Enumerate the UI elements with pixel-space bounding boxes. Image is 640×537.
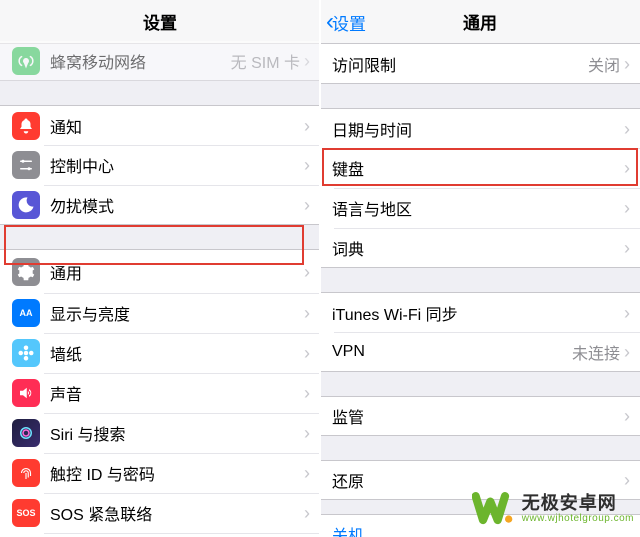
display-icon: AA xyxy=(12,299,40,327)
bell-icon xyxy=(12,112,40,140)
row-label: 访问限制 xyxy=(332,52,588,76)
row-siri[interactable]: Siri 与搜索 › xyxy=(0,413,320,453)
row-keyboard[interactable]: 键盘 › xyxy=(320,148,640,188)
chevron-right-icon: › xyxy=(624,199,630,217)
back-label: 设置 xyxy=(332,10,366,35)
back-button[interactable]: ‹ 设置 xyxy=(326,0,366,44)
row-dictionary[interactable]: 词典 › xyxy=(320,228,640,268)
row-label: 墙纸 xyxy=(50,341,304,365)
row-label: 监管 xyxy=(332,404,624,428)
row-touchid[interactable]: 触控 ID 与密码 › xyxy=(0,453,320,493)
row-label: VPN xyxy=(332,343,572,361)
row-label: 通知 xyxy=(50,114,304,138)
row-label: 触控 ID 与密码 xyxy=(50,461,304,485)
sos-icon: SOS xyxy=(12,499,40,527)
row-label: SOS 紧急联络 xyxy=(50,501,304,525)
moon-icon xyxy=(12,191,40,219)
row-restrictions[interactable]: 访问限制 关闭 › xyxy=(320,44,640,84)
row-language[interactable]: 语言与地区 › xyxy=(320,188,640,228)
sliders-icon xyxy=(12,151,40,179)
navbar: ‹ 设置 通用 xyxy=(320,0,640,44)
chevron-right-icon: › xyxy=(624,239,630,257)
row-label: iTunes Wi-Fi 同步 xyxy=(332,301,624,325)
settings-root-screen: 设置 蜂窝移动网络 无 SIM 卡 › 通知 › xyxy=(0,0,320,537)
chevron-right-icon: › xyxy=(624,304,630,322)
vertical-divider xyxy=(319,0,321,537)
general-screen: ‹ 设置 通用 访问限制 关闭 › 日期与时间 › 键盘 › 语言与地区 › 词… xyxy=(320,0,640,537)
row-label: 日期与时间 xyxy=(332,117,624,141)
row-label: 蜂窝移动网络 xyxy=(50,49,231,73)
watermark-logo-icon xyxy=(472,487,516,531)
chevron-right-icon: › xyxy=(624,159,630,177)
nav-title: 设置 xyxy=(143,9,177,34)
chevron-right-icon: › xyxy=(304,424,310,442)
siri-icon xyxy=(12,419,40,447)
row-label: 控制中心 xyxy=(50,153,304,177)
row-label: 词典 xyxy=(332,236,624,260)
row-supervision[interactable]: 监管 › xyxy=(320,396,640,436)
chevron-right-icon: › xyxy=(624,55,630,73)
row-label: 勿扰模式 xyxy=(50,193,304,217)
navbar: 设置 xyxy=(0,0,320,44)
row-control-center[interactable]: 控制中心 › xyxy=(0,145,320,185)
chevron-right-icon: › xyxy=(624,120,630,138)
watermark-url: www.wjhotelgroup.com xyxy=(522,513,634,524)
row-label: 通用 xyxy=(50,260,304,284)
row-label: 语言与地区 xyxy=(332,196,624,220)
chevron-right-icon: › xyxy=(624,407,630,425)
row-general[interactable]: 通用 › xyxy=(0,249,320,293)
row-sound[interactable]: 声音 › xyxy=(0,373,320,413)
chevron-right-icon: › xyxy=(304,344,310,362)
row-vpn[interactable]: VPN 未连接 › xyxy=(320,332,640,372)
chevron-right-icon: › xyxy=(304,263,310,281)
row-label: Siri 与搜索 xyxy=(50,421,304,445)
chevron-right-icon: › xyxy=(304,504,310,522)
nav-title: 通用 xyxy=(463,9,497,34)
flower-icon xyxy=(12,339,40,367)
row-label: 声音 xyxy=(50,381,304,405)
watermark: 无极安卓网 www.wjhotelgroup.com xyxy=(472,487,634,531)
row-itunes-sync[interactable]: iTunes Wi-Fi 同步 › xyxy=(320,292,640,332)
chevron-right-icon: › xyxy=(304,464,310,482)
row-battery[interactable]: 电池 › xyxy=(0,533,320,537)
row-dnd[interactable]: 勿扰模式 › xyxy=(0,185,320,225)
chevron-right-icon: › xyxy=(304,117,310,135)
row-label: 键盘 xyxy=(332,156,624,180)
watermark-title: 无极安卓网 xyxy=(522,494,634,514)
row-notifications[interactable]: 通知 › xyxy=(0,105,320,145)
chevron-right-icon: › xyxy=(304,52,310,70)
row-detail: 关闭 xyxy=(588,52,620,76)
row-detail: 无 SIM 卡 xyxy=(231,49,300,73)
chevron-right-icon: › xyxy=(304,196,310,214)
row-wallpaper[interactable]: 墙纸 › xyxy=(0,333,320,373)
row-sos[interactable]: SOS SOS 紧急联络 › xyxy=(0,493,320,533)
gear-icon xyxy=(12,258,40,286)
chevron-right-icon: › xyxy=(304,304,310,322)
fingerprint-icon xyxy=(12,459,40,487)
row-display[interactable]: AA 显示与亮度 › xyxy=(0,293,320,333)
row-cellular[interactable]: 蜂窝移动网络 无 SIM 卡 › xyxy=(0,41,320,81)
row-datetime[interactable]: 日期与时间 › xyxy=(320,108,640,148)
antenna-icon xyxy=(12,47,40,75)
chevron-right-icon: › xyxy=(624,343,630,361)
row-detail: 未连接 xyxy=(572,340,620,364)
row-label: 显示与亮度 xyxy=(50,301,304,325)
chevron-right-icon: › xyxy=(304,156,310,174)
speaker-icon xyxy=(12,379,40,407)
chevron-right-icon: › xyxy=(304,384,310,402)
